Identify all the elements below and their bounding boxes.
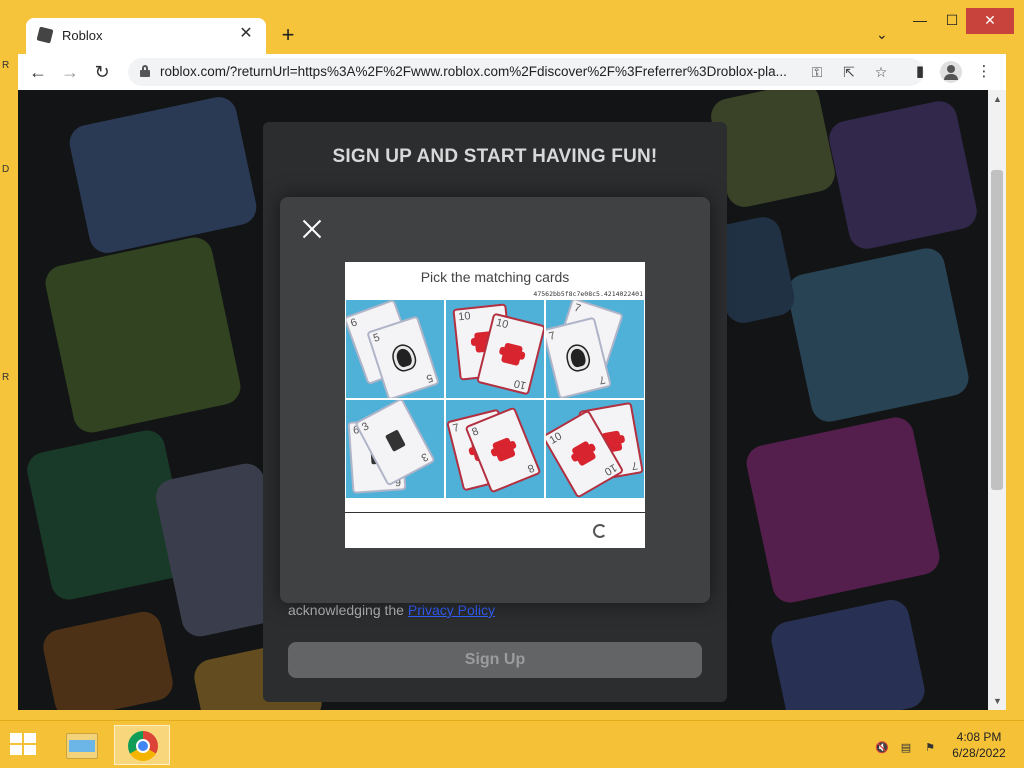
card-number: 7 bbox=[451, 421, 461, 435]
signup-button[interactable]: Sign Up bbox=[288, 642, 702, 678]
desktop-edge-letter: R bbox=[2, 60, 10, 71]
url-text[interactable]: roblox.com/?returnUrl=https%3A%2F%2Fwww.… bbox=[160, 64, 800, 79]
card-number: 3 bbox=[360, 420, 372, 434]
card-number: 7 bbox=[630, 458, 639, 472]
card-suit-icon bbox=[571, 440, 597, 467]
captcha-session-id: 47562bb5f8c7e08c5.4214022401 bbox=[533, 290, 643, 298]
card-suit-icon bbox=[385, 429, 406, 452]
captcha-cell[interactable]: 10101010 bbox=[446, 300, 544, 398]
menu-icon[interactable]: ⋮ bbox=[974, 62, 994, 82]
minimize-button[interactable]: — bbox=[905, 8, 935, 34]
playing-card: 55 bbox=[366, 315, 440, 398]
back-icon[interactable]: ← bbox=[26, 60, 50, 84]
ack-prefix: acknowledging the bbox=[288, 602, 408, 618]
taskbar-file-explorer[interactable] bbox=[54, 725, 110, 765]
side-panel-icon[interactable]: ▮ bbox=[910, 62, 930, 82]
card-number: 5 bbox=[371, 331, 382, 345]
volume-muted-icon[interactable]: 🔇 bbox=[874, 741, 890, 755]
desktop-edge-letter: R bbox=[2, 372, 10, 383]
tab-close-icon[interactable]: ✕ bbox=[236, 24, 256, 44]
card-suit-icon bbox=[500, 342, 524, 367]
captcha-frame: Pick the matching cards 47562bb5f8c7e08c… bbox=[345, 262, 645, 548]
tab-title: Roblox bbox=[62, 28, 103, 43]
captcha-prompt: Pick the matching cards bbox=[420, 269, 570, 285]
vertical-scrollbar[interactable]: ▲ ▼ bbox=[988, 90, 1006, 710]
key-icon[interactable]: ⚿ bbox=[808, 63, 826, 81]
card-number: 7 bbox=[547, 329, 557, 343]
captcha-cell[interactable]: 7788 bbox=[446, 400, 544, 498]
profile-avatar-icon[interactable] bbox=[940, 61, 962, 83]
captcha-grid: 665510101010777766337788771010 bbox=[346, 300, 644, 498]
browser-toolbar: ← → ↻ roblox.com/?returnUrl=https%3A%2F%… bbox=[18, 54, 1006, 90]
roblox-favicon-icon bbox=[36, 26, 54, 44]
card-number: 7 bbox=[572, 301, 583, 316]
folder-icon bbox=[66, 733, 98, 759]
page-viewport: SIGN UP AND START HAVING FUN! acknowledg… bbox=[18, 90, 988, 710]
captcha-cell[interactable]: 6655 bbox=[346, 300, 444, 398]
desktop-edge-letter: D bbox=[2, 164, 10, 175]
tab-roblox[interactable]: Roblox ✕ bbox=[26, 18, 266, 54]
windows-start-icon[interactable] bbox=[10, 733, 38, 757]
card-number: 8 bbox=[470, 425, 481, 439]
maximize-button[interactable]: ☐ bbox=[937, 8, 967, 34]
system-clock[interactable]: 4:08 PM 6/28/2022 bbox=[944, 729, 1014, 761]
chrome-icon bbox=[128, 731, 158, 761]
captcha-cell[interactable]: 771010 bbox=[546, 400, 644, 498]
tab-search-icon[interactable]: ⌄ bbox=[876, 26, 888, 43]
network-icon[interactable]: ▤ bbox=[898, 741, 914, 755]
card-suit-icon bbox=[390, 343, 418, 373]
card-number: 10 bbox=[547, 430, 565, 447]
card-number: 7 bbox=[597, 373, 607, 387]
privacy-policy-link[interactable]: Privacy Policy bbox=[408, 602, 495, 618]
card-suit-icon bbox=[491, 436, 517, 463]
close-window-button[interactable]: ✕ bbox=[966, 8, 1014, 34]
captcha-modal: Pick the matching cards 47562bb5f8c7e08c… bbox=[280, 197, 710, 603]
new-tab-button[interactable]: + bbox=[276, 24, 300, 48]
card-number: 10 bbox=[601, 461, 619, 478]
taskbar: 🔇 ▤ ⚑ 4:08 PM 6/28/2022 bbox=[0, 720, 1024, 768]
clock-date: 6/28/2022 bbox=[952, 746, 1006, 760]
scroll-up-icon[interactable]: ▲ bbox=[993, 94, 1002, 104]
captcha-cell[interactable]: 7777 bbox=[546, 300, 644, 398]
title-bar: Roblox ✕ + ⌄ — ☐ ✕ bbox=[0, 0, 1024, 54]
scroll-thumb[interactable] bbox=[991, 170, 1003, 490]
card-suit-icon bbox=[565, 343, 591, 372]
captcha-divider bbox=[345, 512, 645, 513]
taskbar-chrome[interactable] bbox=[114, 725, 170, 765]
card-number: 3 bbox=[418, 450, 430, 464]
acknowledgement-text: acknowledging the Privacy Policy bbox=[288, 602, 495, 618]
address-bar[interactable]: roblox.com/?returnUrl=https%3A%2F%2Fwww.… bbox=[128, 58, 924, 86]
close-icon[interactable] bbox=[300, 217, 324, 241]
signup-title: SIGN UP AND START HAVING FUN! bbox=[332, 146, 658, 167]
forward-icon[interactable]: → bbox=[58, 60, 82, 84]
action-center-flag-icon[interactable]: ⚑ bbox=[922, 741, 938, 755]
reload-icon[interactable]: ↻ bbox=[90, 60, 114, 84]
card-number: 5 bbox=[424, 371, 435, 385]
card-number: 10 bbox=[512, 376, 528, 392]
bookmark-star-icon[interactable]: ☆ bbox=[872, 63, 890, 81]
card-number: 10 bbox=[494, 316, 510, 332]
share-icon[interactable]: ⇱ bbox=[840, 63, 858, 81]
refresh-icon[interactable] bbox=[593, 524, 607, 538]
clock-time: 4:08 PM bbox=[956, 730, 1002, 744]
card-number: 10 bbox=[457, 310, 472, 324]
card-number: 8 bbox=[525, 461, 536, 475]
lock-icon[interactable] bbox=[140, 65, 150, 77]
browser-window: Roblox ✕ + ⌄ — ☐ ✕ ← → ↻ roblox.com/?ret… bbox=[0, 0, 1024, 720]
scroll-down-icon[interactable]: ▼ bbox=[993, 696, 1002, 706]
card-number: 6 bbox=[349, 316, 359, 330]
captcha-cell[interactable]: 6633 bbox=[346, 400, 444, 498]
